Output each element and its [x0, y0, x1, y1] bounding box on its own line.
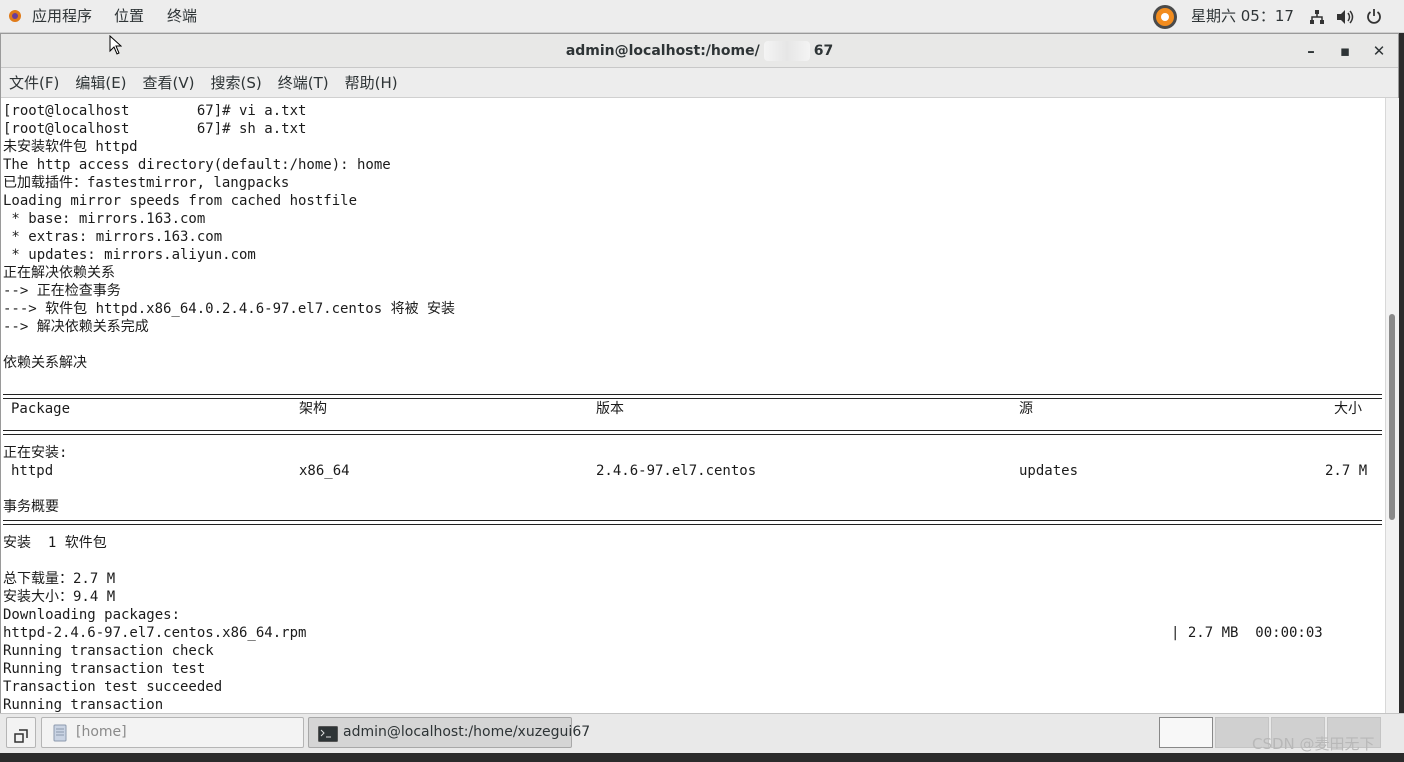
vertical-scrollbar[interactable]	[1385, 98, 1399, 714]
table-divider	[3, 394, 1382, 399]
summary-label: 事务概要	[3, 499, 59, 515]
installing-label: 正在安装:	[3, 445, 68, 461]
row-package: httpd	[11, 463, 54, 479]
header-package: Package	[11, 401, 71, 417]
header-arch: 架构	[299, 401, 327, 417]
clock[interactable]: 星期六 05：17	[1191, 0, 1294, 33]
scrollbar-thumb[interactable]	[1389, 314, 1395, 520]
taskbar-item-label: admin@localhost:/home/xuzegui67	[343, 724, 591, 740]
taskbar-item-terminal[interactable]: admin@localhost:/home/xuzegui67	[308, 717, 590, 748]
applications-icon[interactable]	[8, 9, 22, 23]
terminal-icon	[318, 724, 338, 753]
user-avatar-icon[interactable]	[1153, 5, 1177, 29]
file-manager-icon	[53, 724, 67, 753]
terminal-line: The http access directory(default:/home)…	[3, 157, 391, 173]
minimize-button[interactable]: –	[1296, 34, 1326, 68]
terminal-line: 正在解决依赖关系	[3, 265, 115, 281]
terminal-line: Running transaction test	[3, 661, 206, 677]
top-panel: 应用程序 位置 终端 星期六 05：17	[0, 0, 1404, 33]
terminal-window: admin@localhost:/home/67 – ▪ ✕ 文件(F) 编辑(E…	[0, 33, 1399, 714]
menu-applications[interactable]: 应用程序	[32, 0, 92, 33]
menu-file[interactable]: 文件(F)	[1, 68, 67, 98]
menu-terminal-menu[interactable]: 终端(T)	[270, 68, 337, 98]
terminal-line: * extras: mirrors.163.com	[3, 229, 223, 245]
window-title-suffix: 67	[813, 43, 834, 59]
menu-terminal[interactable]: 终端	[167, 0, 197, 33]
terminal-line: 安装 1 软件包	[3, 535, 107, 551]
terminal-menubar: 文件(F) 编辑(E) 查看(V) 搜索(S) 终端(T) 帮助(H)	[1, 68, 1398, 98]
redacted-blur	[763, 41, 810, 61]
terminal-line: Transaction test succeeded	[3, 679, 223, 695]
taskbar-item-home[interactable]: [home]	[41, 717, 304, 748]
terminal-line: * base: mirrors.163.com	[3, 211, 206, 227]
window-titlebar[interactable]: admin@localhost:/home/67 – ▪ ✕	[1, 34, 1398, 68]
terminal-line: 安装大小：9.4 M	[3, 589, 116, 605]
taskbar: [home] admin@localhost:/home/xuzegui67	[0, 713, 1404, 753]
menu-view[interactable]: 查看(V)	[135, 68, 203, 98]
window-title: admin@localhost:/home/67	[1, 34, 1398, 68]
power-icon[interactable]	[1366, 8, 1382, 28]
network-icon[interactable]	[1309, 9, 1325, 29]
terminal-line: 依赖关系解决	[3, 355, 87, 371]
terminal-line: Running transaction	[3, 697, 164, 713]
terminal-line: * updates: mirrors.aliyun.com	[3, 247, 256, 263]
terminal-line: 已加载插件：fastestmirror, langpacks	[3, 175, 290, 191]
volume-icon[interactable]	[1336, 9, 1354, 29]
header-size: 大小	[1334, 401, 1362, 417]
maximize-button[interactable]: ▪	[1330, 34, 1360, 68]
terminal-line: 未安装软件包 httpd	[3, 139, 138, 155]
row-size: 2.7 M	[1325, 463, 1368, 479]
terminal-line: 总下载量：2.7 M	[3, 571, 116, 587]
menu-help[interactable]: 帮助(H)	[337, 68, 406, 98]
show-desktop-icon	[14, 725, 28, 754]
terminal-line: --> 正在检查事务	[3, 283, 121, 299]
terminal-line: httpd-2.4.6-97.el7.centos.x86_64.rpm	[3, 625, 307, 641]
terminal-line: Downloading packages:	[3, 607, 181, 623]
mouse-pointer-icon	[109, 34, 123, 59]
header-repo: 源	[1019, 401, 1033, 417]
window-title-prefix: admin@localhost:/home/	[565, 43, 760, 59]
menu-search[interactable]: 搜索(S)	[203, 68, 270, 98]
row-arch: x86_64	[299, 463, 350, 479]
header-version: 版本	[596, 401, 624, 417]
terminal-line: Loading mirror speeds from cached hostfi…	[3, 193, 358, 209]
terminal-output[interactable]: [root@localhost 67]# vi a.txt [root@loca…	[1, 98, 1385, 714]
terminal-line: --> 解决依赖关系完成	[3, 319, 149, 335]
terminal-line: ---> 软件包 httpd.x86_64.0.2.4.6-97.el7.cen…	[3, 301, 456, 317]
terminal-line: [root@localhost 67]# vi a.txt	[3, 103, 307, 119]
download-progress: | 2.7 MB 00:00:03	[1171, 625, 1323, 641]
screen-bottom-edge	[0, 753, 1404, 762]
row-repo: updates	[1019, 463, 1079, 479]
terminal-line: Running transaction check	[3, 643, 214, 659]
table-divider	[3, 520, 1382, 525]
close-button[interactable]: ✕	[1364, 34, 1394, 68]
watermark: CSDN @麦田无下	[1252, 735, 1375, 753]
show-desktop-button[interactable]	[6, 717, 36, 748]
menu-places[interactable]: 位置	[114, 0, 144, 33]
menu-edit[interactable]: 编辑(E)	[67, 68, 134, 98]
taskbar-item-label: [home]	[76, 724, 127, 740]
workspace-1[interactable]	[1159, 717, 1213, 748]
terminal-line: [root@localhost 67]# sh a.txt	[3, 121, 307, 137]
table-divider	[3, 430, 1382, 435]
row-version: 2.4.6-97.el7.centos	[596, 463, 757, 479]
